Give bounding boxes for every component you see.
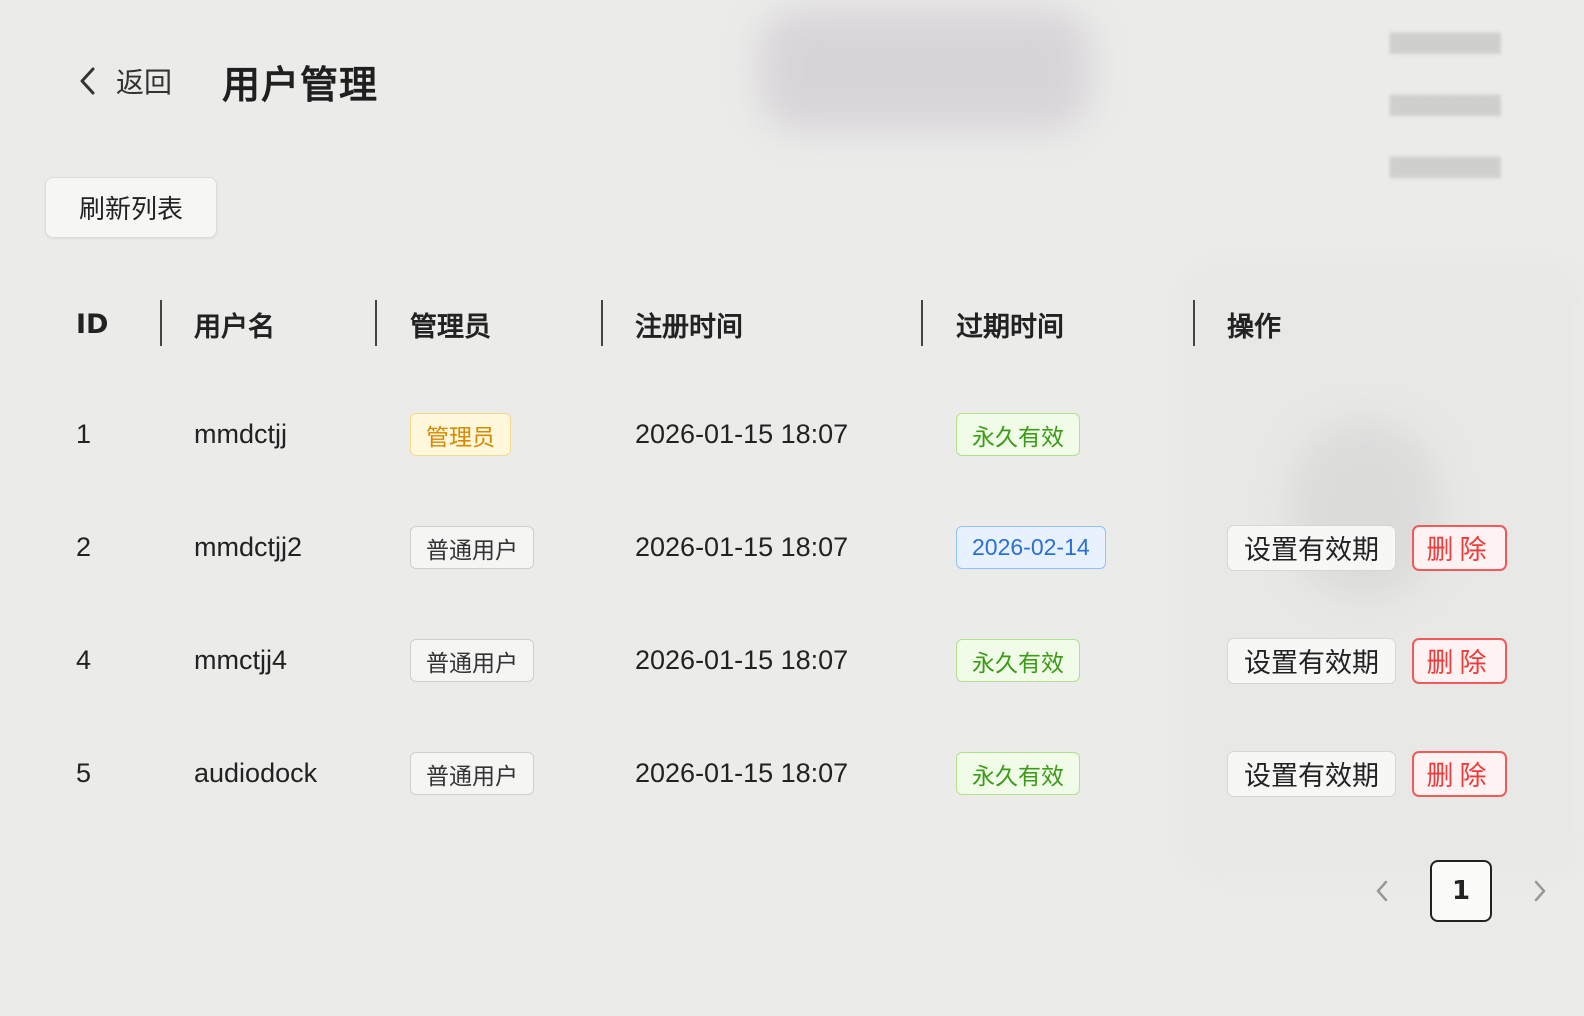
cell-username: audiodock [194,758,318,788]
expiry-badge: 永久有效 [956,639,1080,682]
delete-button[interactable]: 删除 [1412,750,1507,797]
column-header-actions: 操作 [1227,311,1281,343]
chevron-right-icon [1534,880,1546,902]
page-number-button[interactable]: 1 [1430,860,1492,922]
background-text: ▆▆▆▆▆▆ [1390,26,1501,54]
cell-username: mmdctjj2 [194,532,303,562]
table-header: ID 用户名 管理员 注册时间 过期时间 操作 [0,290,1584,358]
pagination: 1 [1370,860,1560,922]
cell-actions: 设置有效期 删除 [1227,491,1507,604]
expiry-badge: 2026-02-14 [956,526,1106,569]
cell-username: mmctjj4 [194,645,287,675]
cell-actions: 设置有效期 删除 [1227,604,1507,717]
cell-expiry: 2026-02-14 [956,491,1106,604]
cell-role: 普通用户 [410,717,534,830]
column-header-id: ID [76,308,109,340]
cell-registered: 2026-01-15 18:07 [635,645,849,675]
users-table: ID 用户名 管理员 注册时间 过期时间 操作 1 mmdctjj 管理员 20… [0,290,1584,830]
expiry-badge: 永久有效 [956,752,1080,795]
delete-button[interactable]: 删除 [1412,637,1507,684]
background-text: ▆▆▆▆▆▆ [1390,150,1501,178]
cell-role: 管理员 [410,378,511,491]
set-expiry-button[interactable]: 设置有效期 [1227,524,1396,571]
set-expiry-button[interactable]: 设置有效期 [1227,637,1396,684]
table-row: 2 mmdctjj2 普通用户 2026-01-15 18:07 2026-02… [0,491,1584,604]
cell-registered: 2026-01-15 18:07 [635,758,849,788]
cell-id: 4 [76,645,92,675]
background-text: ▆▆▆▆▆▆ [1390,88,1501,116]
next-page-button[interactable] [1528,879,1552,903]
back-button[interactable]: 返回 [78,61,172,101]
column-header-registered: 注册时间 [635,311,743,343]
cell-expiry: 永久有效 [956,717,1080,830]
column-header-admin: 管理员 [410,311,491,343]
chevron-left-icon [80,67,95,95]
role-badge: 普通用户 [410,639,534,682]
cell-id: 1 [76,419,92,449]
set-expiry-button[interactable]: 设置有效期 [1227,750,1396,797]
table-row: 4 mmctjj4 普通用户 2026-01-15 18:07 永久有效 设置有… [0,604,1584,717]
chevron-left-icon [1376,880,1388,902]
cell-id: 2 [76,532,92,562]
back-label: 返回 [116,66,173,99]
refresh-list-button[interactable]: 刷新列表 [45,177,217,238]
cell-username: mmdctjj [194,419,287,449]
page-title: 用户管理 [222,62,379,107]
cell-id: 5 [76,758,92,788]
cell-role: 普通用户 [410,491,534,604]
column-divider[interactable] [921,300,923,346]
cell-expiry: 永久有效 [956,604,1080,717]
cell-registered: 2026-01-15 18:07 [635,532,849,562]
prev-page-button[interactable] [1370,879,1394,903]
page-header: 返回 用户管理 [78,56,379,107]
column-header-username: 用户名 [194,311,275,343]
table-row: 5 audiodock 普通用户 2026-01-15 18:07 永久有效 设… [0,717,1584,830]
cell-role: 普通用户 [410,604,534,717]
delete-button[interactable]: 删除 [1412,524,1507,571]
column-divider[interactable] [375,300,377,346]
background-blur [760,10,1090,130]
column-divider[interactable] [160,300,162,346]
expiry-badge: 永久有效 [956,413,1080,456]
column-divider[interactable] [1193,300,1195,346]
cell-actions: 设置有效期 删除 [1227,717,1507,830]
column-divider[interactable] [601,300,603,346]
role-badge: 普通用户 [410,752,534,795]
cell-registered: 2026-01-15 18:07 [635,419,849,449]
role-badge: 普通用户 [410,526,534,569]
admin-badge: 管理员 [410,413,511,456]
cell-expiry: 永久有效 [956,378,1080,491]
table-row: 1 mmdctjj 管理员 2026-01-15 18:07 永久有效 [0,378,1584,491]
column-header-expiry: 过期时间 [956,311,1064,343]
